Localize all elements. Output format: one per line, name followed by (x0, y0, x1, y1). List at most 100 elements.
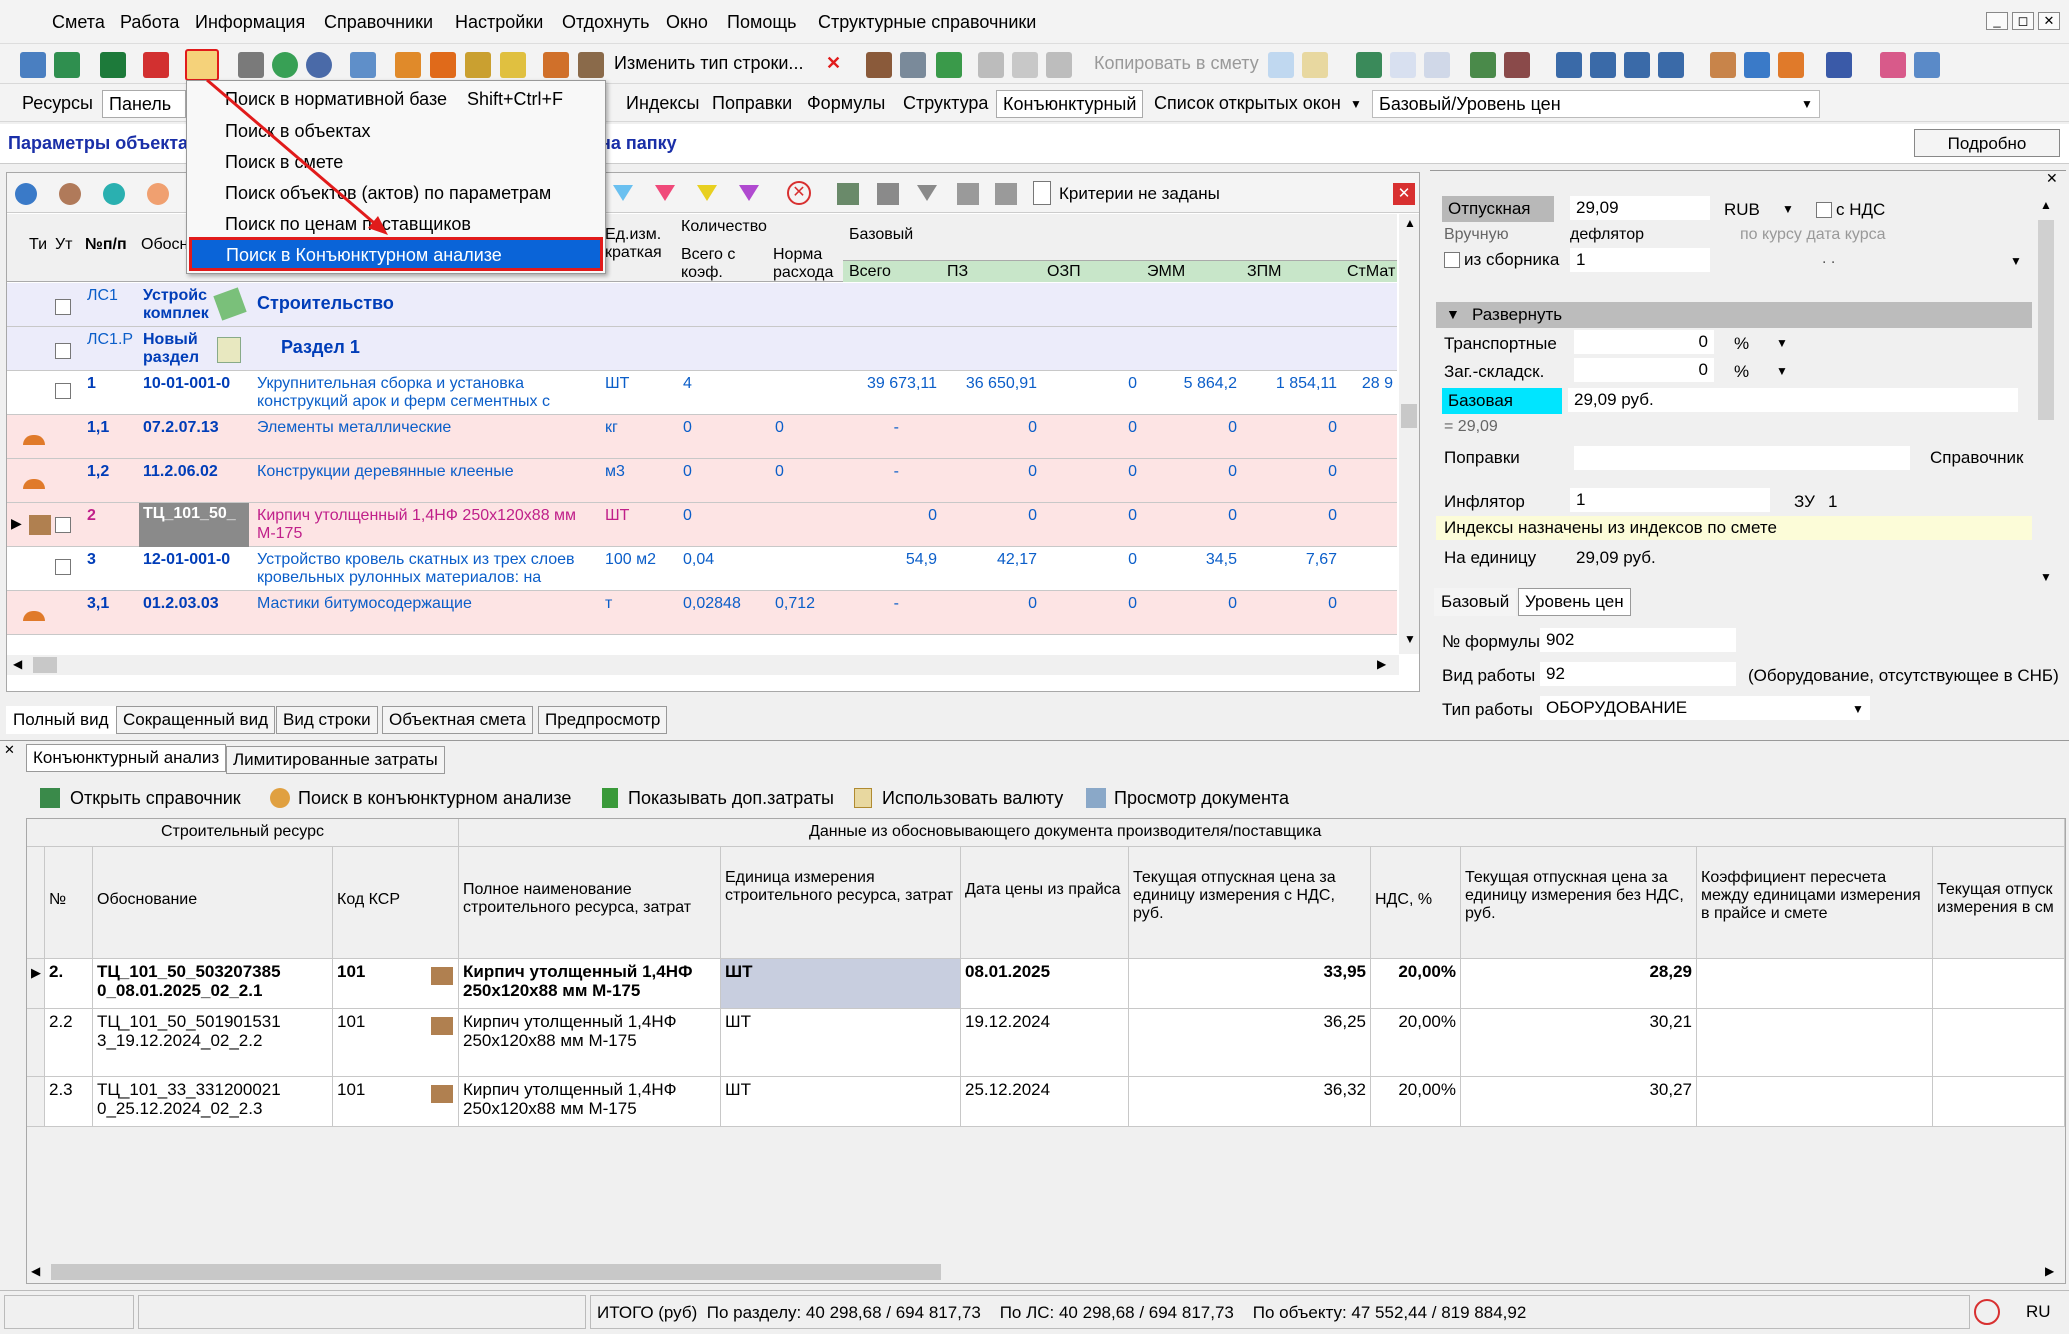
search-icon[interactable] (185, 49, 219, 81)
col-total[interactable]: Всего (845, 261, 895, 283)
price-type-label[interactable]: Отпускная (1442, 196, 1554, 222)
menu-search-estimate[interactable]: Поиск в смете (225, 152, 343, 173)
row-checkbox[interactable] (55, 383, 71, 399)
scroll-thumb[interactable] (51, 1264, 941, 1280)
list-icon[interactable] (1470, 52, 1496, 78)
tab-short-view[interactable]: Сокращенный вид (116, 706, 275, 734)
view-doc-button[interactable]: Просмотр документа (1114, 788, 1289, 809)
chevron-down-icon[interactable]: ▼ (1776, 336, 1788, 350)
menu-window[interactable]: Окно (666, 12, 708, 33)
filter-yellow-icon[interactable] (697, 185, 717, 201)
collection-input[interactable]: 1 (1570, 248, 1710, 272)
work-kind-input[interactable]: 92 (1540, 662, 1736, 686)
save-icon[interactable] (238, 52, 264, 78)
table-row[interactable]: 3,1 01.2.03.03 Мастики битумосодержащие … (7, 591, 1397, 635)
resource-icon[interactable] (430, 52, 456, 78)
col-qty-norm[interactable]: Норма расхода (769, 244, 849, 284)
row-checkbox[interactable] (55, 299, 71, 315)
menu-smeta[interactable]: Смета (52, 12, 105, 33)
menu-rest[interactable]: Отдохнуть (562, 12, 650, 33)
show-extra-button[interactable]: Показывать доп.затраты (628, 788, 834, 809)
excel-icon[interactable] (100, 52, 126, 78)
details-button[interactable]: Подробно (1914, 129, 2060, 157)
col-vat[interactable]: НДС, % (1371, 847, 1461, 959)
col-fullname[interactable]: Полное наименование строительного ресурс… (459, 847, 721, 959)
minimize-button[interactable]: _ (1986, 12, 2008, 30)
col-ksr[interactable]: Код КСР (333, 847, 459, 959)
table-row[interactable]: ЛС1 Устройс комплек Строительство (7, 283, 1397, 327)
collection-checkbox[interactable] (1444, 252, 1460, 268)
restore-button[interactable]: ◻ (2012, 12, 2034, 30)
menu-search-conjuncture[interactable]: Поиск в Конъюнктурном анализе (189, 237, 603, 271)
col-price-vat[interactable]: Текущая отпускная цена за единицу измере… (1129, 847, 1371, 959)
move-up-icon[interactable] (957, 183, 979, 205)
filter-icon[interactable] (917, 185, 937, 201)
filter-pink-icon[interactable] (655, 185, 675, 201)
stack-icon[interactable] (1356, 52, 1382, 78)
truck-icon[interactable] (1826, 52, 1852, 78)
clear-filter-icon[interactable]: ✕ (787, 181, 811, 205)
books2-icon[interactable] (1914, 52, 1940, 78)
ungroup-icon[interactable] (877, 183, 899, 205)
corrections-input[interactable] (1574, 446, 1910, 470)
cell-unit[interactable]: ШТ (721, 959, 961, 1009)
box-icon[interactable] (465, 52, 491, 78)
hand-icon[interactable] (543, 52, 569, 78)
cut-icon[interactable] (978, 52, 1004, 78)
page-icon[interactable] (1390, 52, 1416, 78)
hammer-icon[interactable] (1710, 52, 1736, 78)
chevron-down-icon[interactable]: ▼ (1776, 364, 1788, 378)
col-coef[interactable]: Коэффициент пересчета между единицами из… (1697, 847, 1933, 959)
close-icon[interactable]: ✕ (4, 742, 15, 758)
table-row[interactable]: 2.3 ТЦ_101_33_331200021 0_25.12.2024_02_… (27, 1077, 2065, 1127)
col-price-novat[interactable]: Текущая отпускная цена за единицу измере… (1461, 847, 1697, 959)
col-unit[interactable]: Ед.изм. краткая (601, 224, 677, 264)
col-emm[interactable]: ЭММ (1143, 261, 1189, 283)
doc-icon[interactable] (1268, 52, 1294, 78)
table-row[interactable]: 1,1 07.2.07.13 Элементы металлические кг… (7, 415, 1397, 459)
menu-search-objects[interactable]: Поиск в объектах (225, 121, 371, 142)
tab-corrections[interactable]: Поправки (706, 90, 798, 118)
tree-icon[interactable] (20, 52, 46, 78)
menu-search-normative[interactable]: Поиск в нормативной базе (225, 89, 447, 110)
col-ozp[interactable]: ОЗП (1043, 261, 1085, 283)
col-ti[interactable]: Ти (25, 234, 51, 256)
search-conj-button[interactable]: Поиск в конъюнктурном анализе (298, 788, 571, 809)
tab-base[interactable]: Базовый (1434, 588, 1517, 616)
paste-res-icon[interactable] (900, 52, 926, 78)
tab-indexes[interactable]: Индексы (620, 90, 705, 118)
copy-icon[interactable] (1012, 52, 1038, 78)
align-icon[interactable] (1624, 52, 1650, 78)
col-date[interactable]: Дата цены из прайса (961, 847, 1129, 959)
material-icon[interactable] (1778, 52, 1804, 78)
transport-input[interactable]: 0 (1574, 330, 1714, 354)
change-row-type-button[interactable]: Изменить тип строки... (614, 53, 803, 74)
tab-price-level[interactable]: Уровень цен (1518, 588, 1631, 616)
teal-circle-icon[interactable] (103, 183, 125, 205)
list-del-icon[interactable] (1504, 52, 1530, 78)
tab-resources[interactable]: Ресурсы (16, 90, 99, 118)
vat-checkbox[interactable] (1816, 202, 1832, 218)
open-windows-dropdown[interactable]: Список открытых окон (1148, 90, 1347, 118)
table-row[interactable]: ▶ 2. ТЦ_101_50_503207385 0_08.01.2025_02… (27, 959, 2065, 1009)
level-combo[interactable]: Базовый/Уровень цен (1372, 90, 1820, 118)
redo-icon[interactable] (350, 52, 376, 78)
refresh-icon[interactable] (272, 52, 298, 78)
chevron-down-icon[interactable]: ▼ (1404, 632, 1416, 646)
tab-limited-costs[interactable]: Лимитированные затраты (226, 746, 445, 774)
tab-conjuncture-analysis[interactable]: Конъюнктурный анализ (26, 744, 227, 772)
col-stmat[interactable]: СтМат (1343, 261, 1399, 283)
chevron-up-icon[interactable]: ▲ (1404, 216, 1416, 230)
comment-icon[interactable] (500, 52, 526, 78)
filter-purple-icon[interactable] (739, 185, 759, 201)
menu-help[interactable]: Помощь (727, 12, 797, 33)
group-icon[interactable] (837, 183, 859, 205)
expand-bar[interactable]: ▼ Развернуть (1436, 302, 2032, 328)
menu-settings[interactable]: Настройки (455, 12, 543, 33)
upload-icon[interactable] (936, 52, 962, 78)
reference-link[interactable]: Справочник (1930, 448, 2024, 468)
tab-preview[interactable]: Предпросмотр (538, 706, 668, 734)
machine-icon[interactable] (1744, 52, 1770, 78)
calc-icon[interactable] (395, 52, 421, 78)
folder-link[interactable]: на папку (600, 133, 677, 154)
